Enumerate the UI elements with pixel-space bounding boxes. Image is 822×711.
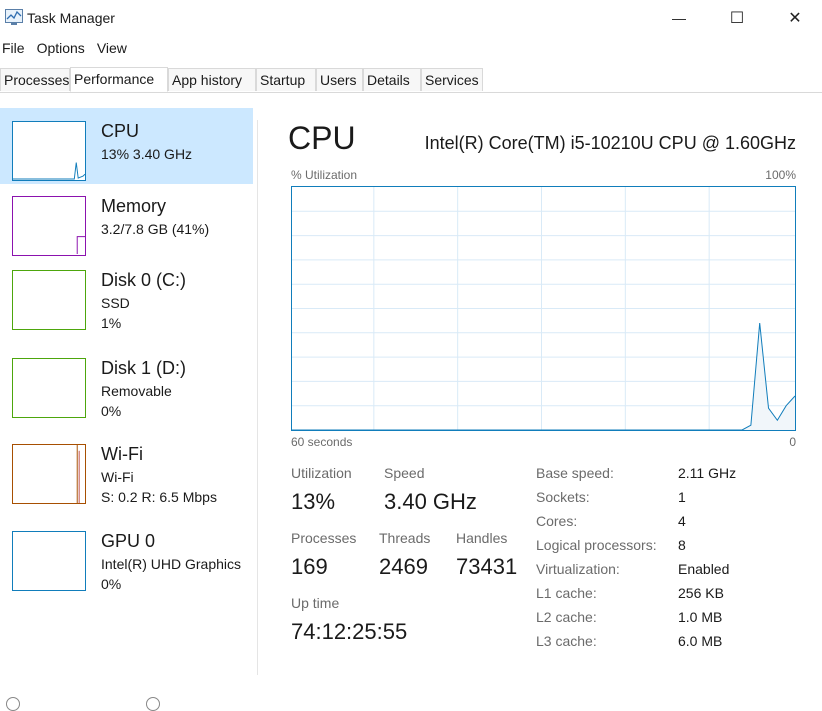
spec-value: 4 [678,513,686,529]
sidebar-item-detail: Wi-Fi [101,469,134,485]
sidebar-item-cpu[interactable]: CPU 13% 3.40 GHz [0,108,253,184]
cpu-mini-graph [12,121,86,181]
sidebar-item-disk-0[interactable]: Disk 0 (C:) SSD 1% [0,266,253,352]
tab-startup[interactable]: Startup [256,68,316,91]
spec-value: 256 KB [678,585,724,601]
uptime-label: Up time [291,595,340,611]
sidebar-item-memory[interactable]: Memory 3.2/7.8 GB (41%) [0,184,253,266]
close-button[interactable]: ✕ [766,0,822,36]
disk-1-mini-graph [12,358,86,418]
disk-0-mini-graph [12,270,86,330]
minimize-button[interactable]: — [650,0,708,36]
sidebar-item-usage: 1% [101,315,122,331]
spec-label: Virtualization: [536,561,620,577]
fewer-details-chevron-icon[interactable] [6,697,20,711]
tab-bar: Processes Performance App history Startu… [0,67,822,93]
graph-x-label: 60 seconds [291,435,353,449]
spec-value: 1 [678,489,686,505]
handles-value: 73431 [456,554,518,579]
speed-label: Speed [384,465,425,481]
spec-value: 8 [678,537,686,553]
menu-bar: File Options View [0,38,137,60]
spec-value: 1.0 MB [678,609,723,625]
sidebar-item-title: Disk 1 (D:) [101,358,186,378]
maximize-button[interactable]: ☐ [708,0,766,36]
cpu-usage-area [292,323,795,430]
tab-processes[interactable]: Processes [0,68,70,91]
uptime-value: 74:12:25:55 [291,619,408,644]
tab-services[interactable]: Services [421,68,483,91]
sidebar-item-title: Wi-Fi [101,444,143,464]
sidebar-item-title: GPU 0 [101,531,156,551]
graph-x-min-label: 0 [789,435,796,449]
spec-label: Sockets: [536,489,590,505]
spec-label: Logical processors: [536,537,657,553]
sidebar-item-detail: Intel(R) UHD Graphics [101,556,242,572]
sidebar-item-title: Disk 0 (C:) [101,270,186,290]
sidebar-item-wifi[interactable]: Wi-Fi Wi-Fi S: 0.2 R: 6.5 Mbps [0,438,253,524]
menu-view[interactable]: View [95,38,128,60]
sidebar-item-usage: 0% [101,576,122,592]
tab-users[interactable]: Users [316,68,363,91]
spec-label: L3 cache: [536,633,597,649]
sidebar-item-usage: 0% [101,403,122,419]
spec-label: Cores: [536,513,578,529]
processes-value: 169 [291,554,328,579]
page-title: CPU [288,120,356,156]
sidebar-item-title: Memory [101,196,167,216]
wifi-mini-graph [12,444,86,504]
sidebar-item-detail: Removable [101,383,172,399]
sidebar-item-detail: 13% 3.40 GHz [101,146,193,162]
threads-label: Threads [379,530,431,546]
sidebar-item-title: CPU [101,121,140,141]
tab-performance[interactable]: Performance [70,67,168,92]
window-title: Task Manager [27,10,115,26]
spec-value: 6.0 MB [678,633,723,649]
sidebar-item-gpu-0[interactable]: GPU 0 Intel(R) UHD Graphics 0% [0,524,253,610]
resource-sidebar: CPU 13% 3.40 GHz Memory 3.2/7.8 GB (41%)… [0,108,256,688]
minimize-icon: — [672,10,686,26]
sidebar-item-throughput: S: 0.2 R: 6.5 Mbps [101,489,217,505]
spec-value: 2.11 GHz [678,465,737,481]
spec-label: L1 cache: [536,585,597,601]
utilization-value: 13% [291,489,336,514]
speed-value: 3.40 GHz [384,489,477,514]
graph-y-label: % Utilization [291,168,358,182]
handles-label: Handles [456,530,508,546]
gpu-mini-graph [12,531,86,591]
graph-y-max-label: 100% [765,168,796,182]
cpu-usage-line [292,323,795,430]
sidebar-item-disk-1[interactable]: Disk 1 (D:) Removable 0% [0,352,253,438]
spec-value: Enabled [678,561,730,577]
cpu-model-name: Intel(R) Core(TM) i5-10210U CPU @ 1.60GH… [424,133,796,153]
title-bar: Task Manager — ☐ ✕ [0,0,822,36]
cpu-utilization-graph [291,186,796,431]
spec-label: Base speed: [536,465,614,481]
tab-details[interactable]: Details [363,68,421,91]
menu-options[interactable]: Options [35,38,86,60]
maximize-icon: ☐ [729,10,745,27]
panel-divider [257,120,258,675]
sidebar-item-detail: 3.2/7.8 GB (41%) [101,221,210,237]
task-manager-icon [5,9,23,25]
spec-label: L2 cache: [536,609,597,625]
memory-mini-graph [12,196,86,256]
processes-label: Processes [291,530,357,546]
close-icon: ✕ [788,10,802,27]
menu-file[interactable]: File [0,38,26,60]
threads-value: 2469 [379,554,428,579]
sidebar-item-detail: SSD [101,295,130,311]
tab-app-history[interactable]: App history [168,68,256,91]
utilization-label: Utilization [291,465,352,481]
resource-monitor-icon[interactable] [146,697,160,711]
